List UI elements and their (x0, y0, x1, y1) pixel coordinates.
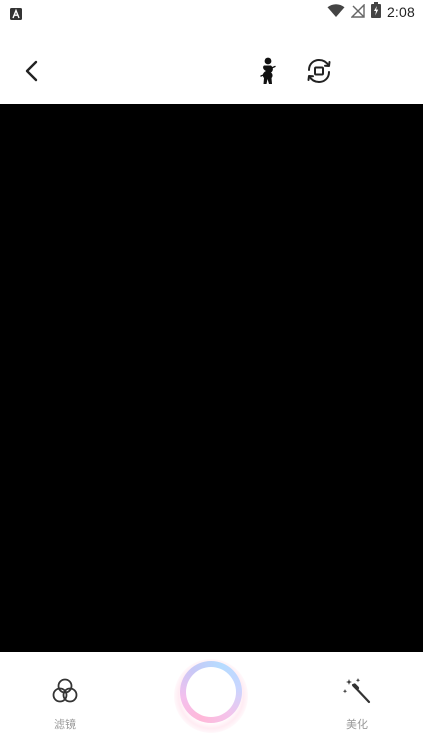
shutter-wrap (174, 659, 248, 733)
app-notification-icon (10, 5, 22, 20)
back-button[interactable] (18, 57, 46, 85)
camera-flip-icon (307, 58, 331, 84)
status-bar: 2:08 (0, 0, 423, 24)
status-icons: 2:08 (327, 2, 415, 22)
status-time: 2:08 (386, 4, 415, 20)
camera-preview[interactable] (0, 104, 423, 652)
body-shape-icon (260, 57, 276, 84)
magic-wand-icon (342, 678, 371, 704)
top-toolbar (0, 24, 423, 104)
wifi-icon (327, 3, 345, 22)
filter-circles-icon (52, 678, 78, 703)
bottom-controls: 滤镜 美化 (0, 652, 423, 754)
beauty-button[interactable]: 美化 (327, 674, 387, 732)
filter-button[interactable]: 滤镜 (35, 674, 95, 732)
body-shape-button[interactable] (254, 56, 282, 86)
battery-icon (370, 2, 381, 22)
shutter-inner (186, 667, 236, 717)
flip-camera-button[interactable] (303, 57, 335, 85)
shutter-button[interactable] (180, 661, 242, 723)
chevron-left-icon (25, 60, 38, 82)
filter-label: 滤镜 (54, 718, 76, 731)
signal-icon (350, 2, 365, 22)
beauty-label: 美化 (346, 718, 368, 731)
